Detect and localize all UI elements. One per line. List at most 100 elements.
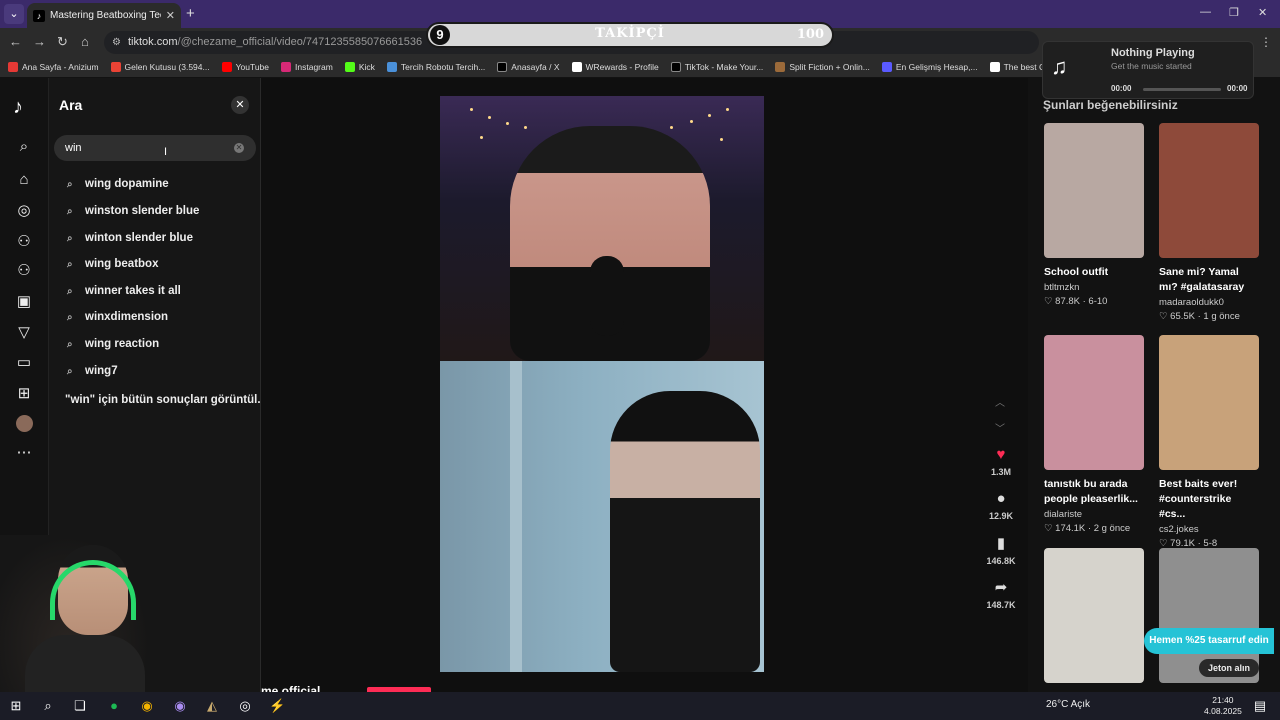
profile-avatar[interactable] [16, 415, 33, 432]
bookmark-item[interactable]: Tercih Robotu Tercih... [386, 62, 485, 72]
next-video-icon[interactable]: ﹀ [995, 420, 1005, 435]
video-thumbnail [1159, 335, 1259, 470]
follower-label: TAKİPÇİ [595, 26, 665, 41]
search-suggestion[interactable]: ⌕ winxdimension [67, 309, 168, 325]
like-button[interactable]: ♥ 1.3M [981, 446, 1021, 477]
live-icon[interactable]: ▣ [15, 293, 33, 311]
notification-icon[interactable]: ▤ [1252, 698, 1268, 714]
restore-icon[interactable]: ❐ [1229, 6, 1239, 19]
recommended-video[interactable]: Sane mi? Yamal mı? #galatasaray madaraol… [1159, 123, 1259, 322]
site-info-icon[interactable]: ⚙ [112, 31, 121, 54]
new-tab-button[interactable]: + [186, 5, 195, 22]
bookmark-item[interactable]: Split Fiction + Onlin... [775, 62, 870, 72]
search-input[interactable] [54, 135, 256, 161]
share-icon: ➦ [994, 579, 1008, 596]
home-icon[interactable]: ⌂ [81, 34, 89, 49]
video-frame-top [440, 96, 764, 361]
activity-icon[interactable]: ▭ [15, 354, 33, 372]
chrome-icon[interactable]: ◉ [139, 698, 155, 714]
bookmark-icon [8, 62, 18, 72]
windows-start-icon[interactable]: ⊞ [8, 698, 24, 714]
music-subtitle: Get the music started [1111, 61, 1192, 71]
music-time-start: 00:00 [1111, 84, 1132, 93]
gmail-icon [110, 62, 121, 72]
messages-icon[interactable]: ▽ [15, 324, 33, 342]
music-progress-bar[interactable] [1143, 88, 1221, 91]
recommended-video[interactable]: Best baits ever! #counterstrike #cs... c… [1159, 335, 1259, 549]
window-close-icon[interactable]: ✕ [1258, 6, 1267, 19]
search-icon: ⌕ [67, 338, 73, 350]
search-suggestion[interactable]: ⌕ wing dopamine [67, 176, 169, 192]
search-suggestion[interactable]: ⌕ winner takes it all [67, 283, 181, 299]
reload-icon[interactable]: ↻ [57, 34, 68, 50]
bookmark-icon [881, 62, 892, 72]
clear-search-icon[interactable]: ✕ [234, 143, 244, 153]
weather-widget[interactable]: 26°C Açık [1046, 699, 1090, 710]
back-icon[interactable]: ← [9, 34, 22, 49]
video-player[interactable] [440, 96, 764, 672]
bookmark-item[interactable]: Anasayfa / X [497, 62, 560, 72]
browser-tab[interactable]: ♪ Mastering Beatboxing Techniq... ✕ [27, 3, 181, 28]
upload-icon[interactable]: ⊞ [15, 385, 33, 403]
microphone [590, 256, 624, 336]
browser-menu-icon[interactable]: ⋮ [1260, 35, 1272, 49]
task-view-icon[interactable]: ❏ [72, 698, 88, 714]
music-widget[interactable]: ♫ Nothing Playing Get the music started … [1042, 41, 1254, 99]
friends-icon[interactable]: ⚇ [15, 262, 33, 280]
search-suggestion[interactable]: ⌕ wing beatbox [67, 256, 158, 272]
bookmark-item[interactable]: En Gelişmiş Hesap,... [881, 62, 978, 72]
tiktok-icon [670, 62, 681, 72]
minimize-icon[interactable]: — [1200, 6, 1211, 18]
heart-icon: ♥ [996, 446, 1006, 463]
search-suggestion[interactable]: ⌕ wing reaction [67, 336, 159, 352]
following-icon[interactable]: ⚇ [15, 233, 33, 251]
share-button[interactable]: ➦ 148.7K [981, 578, 1021, 610]
close-search-button[interactable]: ✕ [231, 96, 249, 114]
more-icon[interactable]: ⋯ [15, 444, 33, 462]
league-icon[interactable]: ◭ [204, 698, 220, 714]
bookmark-item[interactable]: Instagram [281, 62, 333, 72]
webcam-overlay [0, 535, 150, 695]
discord-icon[interactable]: ◉ [172, 698, 188, 714]
search-icon: ⌕ [67, 178, 73, 190]
tab-search-button[interactable]: ⌄ [4, 4, 24, 24]
search-suggestion[interactable]: ⌕ winston slender blue [67, 203, 199, 219]
obs-icon[interactable]: ◎ [237, 698, 253, 714]
bookmark-item[interactable]: Kick [344, 62, 375, 72]
chatgpt-icon [989, 62, 1000, 72]
bookmark-item[interactable]: TikTok - Make Your... [670, 62, 763, 72]
recommended-video[interactable]: tanıstık bu arada people pleaserlik... d… [1044, 335, 1144, 534]
view-all-results-link[interactable]: "win" için bütün sonuçları görüntül... [65, 394, 267, 406]
bookmark-item[interactable]: YouTube [221, 62, 269, 72]
bookmark-item[interactable]: WRewards - Profile [571, 62, 659, 72]
search-suggestion[interactable]: ⌕ wing7 [67, 363, 118, 379]
explore-icon[interactable]: ◎ [15, 202, 33, 220]
valorant-icon[interactable]: ⚡ [269, 698, 285, 714]
search-suggestion[interactable]: ⌕ winton slender blue [67, 230, 193, 246]
recommended-video[interactable] [1044, 548, 1144, 683]
bookmark-item[interactable]: Ana Sayfa - Anizium [8, 62, 99, 72]
close-icon[interactable]: ✕ [166, 9, 175, 22]
forward-icon[interactable]: → [33, 34, 46, 49]
music-time-end: 00:00 [1227, 84, 1248, 93]
comment-button[interactable]: ● 12.9K [981, 490, 1021, 521]
video-thumbnail [1159, 123, 1259, 258]
search-icon[interactable]: ⌕ [15, 138, 33, 156]
tiktok-logo-icon[interactable]: ♪ [13, 96, 23, 119]
recommended-video[interactable]: School outfit btltmzkn ♡ 87.8K · 6-10 [1044, 123, 1144, 307]
follower-goal-overlay: 9 TAKİPÇİ 100 [426, 22, 834, 48]
bookmark-item[interactable]: Gelen Kutusu (3.594... [110, 62, 210, 72]
clock[interactable]: 21:40 4.08.2025 [1204, 695, 1242, 717]
previous-video-icon[interactable]: ︿ [995, 394, 1005, 409]
text-cursor-icon: I [164, 146, 168, 158]
search-icon: ⌕ [67, 232, 73, 244]
get-coins-button[interactable]: Jeton alın [1199, 659, 1259, 677]
search-panel-title: Ara [59, 97, 83, 113]
instagram-icon [281, 62, 292, 72]
home-icon[interactable]: ⌂ [15, 171, 33, 189]
spotify-icon[interactable]: ● [106, 698, 122, 714]
promo-banner[interactable]: Hemen %25 tasarruf edin [1144, 628, 1274, 654]
recommended-title: Şunları beğenebilirsiniz [1043, 98, 1178, 112]
save-button[interactable]: ▮ 146.8K [981, 534, 1021, 566]
search-icon[interactable]: ⌕ [40, 698, 56, 714]
